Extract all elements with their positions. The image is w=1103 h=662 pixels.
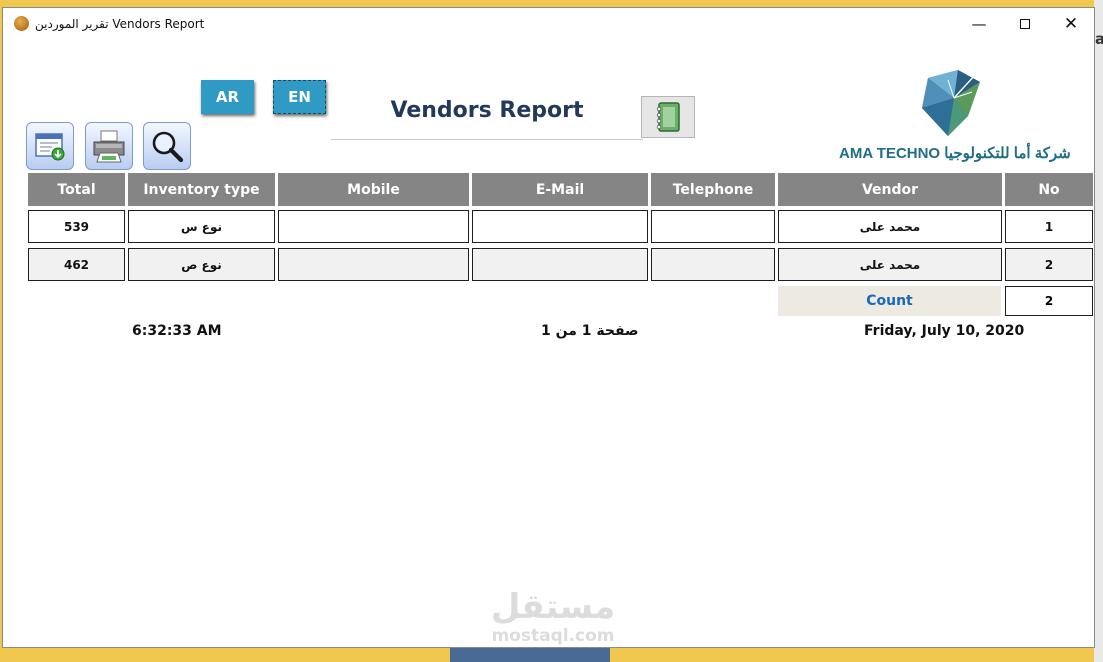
export-button[interactable] xyxy=(26,122,74,170)
notebook-button[interactable] xyxy=(641,96,695,138)
column-header-mobile: Mobile xyxy=(278,173,469,206)
watermark: مستقل mostaql.com xyxy=(473,588,633,646)
column-header-email: E-Mail xyxy=(472,173,648,206)
printer-icon xyxy=(93,130,125,163)
maximize-button[interactable] xyxy=(1002,8,1048,40)
search-button[interactable] xyxy=(143,122,191,170)
english-language-button[interactable]: EN xyxy=(273,80,326,114)
notebook-icon xyxy=(656,102,680,132)
table-cell-mobile xyxy=(278,210,469,243)
count-label: Count xyxy=(778,286,1001,316)
report-date: Friday, July 10, 2020 xyxy=(864,323,1025,339)
table-cell-total: 539 xyxy=(28,210,125,243)
table-cell-mobile xyxy=(278,248,469,281)
table-cell-telephone xyxy=(651,210,775,243)
report-title: Vendors Report xyxy=(331,98,643,140)
count-value: 2 xyxy=(1005,286,1093,316)
background-shape xyxy=(450,647,610,662)
report-time: 6:32:33 AM xyxy=(132,323,222,339)
watermark-latin: mostaql.com xyxy=(491,626,615,646)
close-icon: ✕ xyxy=(1063,14,1079,34)
export-icon xyxy=(35,133,65,161)
table-cell-no: 1 xyxy=(1005,210,1093,243)
maximize-icon xyxy=(1020,19,1030,29)
table-cell-total: 462 xyxy=(28,248,125,281)
table-cell-vendor: محمد على xyxy=(778,210,1002,243)
background-window-edge: al xyxy=(1094,0,1103,662)
app-icon xyxy=(14,16,29,31)
page-number: صفحة 1 من 1 xyxy=(541,323,639,339)
table-cell-telephone xyxy=(651,248,775,281)
company-name: AMA TECHNO شركة أما للتكنولوجيا xyxy=(839,145,1071,162)
report-window: تقرير الموردين Vendors Report — ✕ AR EN … xyxy=(2,7,1095,648)
close-button[interactable]: ✕ xyxy=(1048,8,1094,40)
table-cell-email xyxy=(472,210,648,243)
table-cell-no: 2 xyxy=(1005,248,1093,281)
column-header-no: No xyxy=(1005,173,1093,206)
window-title: تقرير الموردين Vendors Report xyxy=(35,17,205,31)
watermark-arabic: مستقل xyxy=(490,587,616,627)
company-logo xyxy=(922,70,980,136)
table-cell-vendor: محمد على xyxy=(778,248,1002,281)
column-header-telephone: Telephone xyxy=(651,173,775,206)
background-text-fragment: al xyxy=(1095,30,1103,48)
column-header-total: Total xyxy=(28,173,125,206)
print-button[interactable] xyxy=(85,122,133,170)
arabic-language-button[interactable]: AR xyxy=(201,80,254,114)
minimize-button[interactable]: — xyxy=(956,8,1002,40)
magnifier-icon xyxy=(152,131,184,163)
table-cell-email xyxy=(472,248,648,281)
title-bar[interactable]: تقرير الموردين Vendors Report — ✕ xyxy=(3,8,1094,40)
column-header-inventory-type: Inventory type xyxy=(128,173,275,206)
minimize-icon: — xyxy=(971,15,987,33)
column-header-vendor: Vendor xyxy=(778,173,1002,206)
table-cell-inventory-type: نوع س xyxy=(128,210,275,243)
table-cell-inventory-type: نوع ص xyxy=(128,248,275,281)
